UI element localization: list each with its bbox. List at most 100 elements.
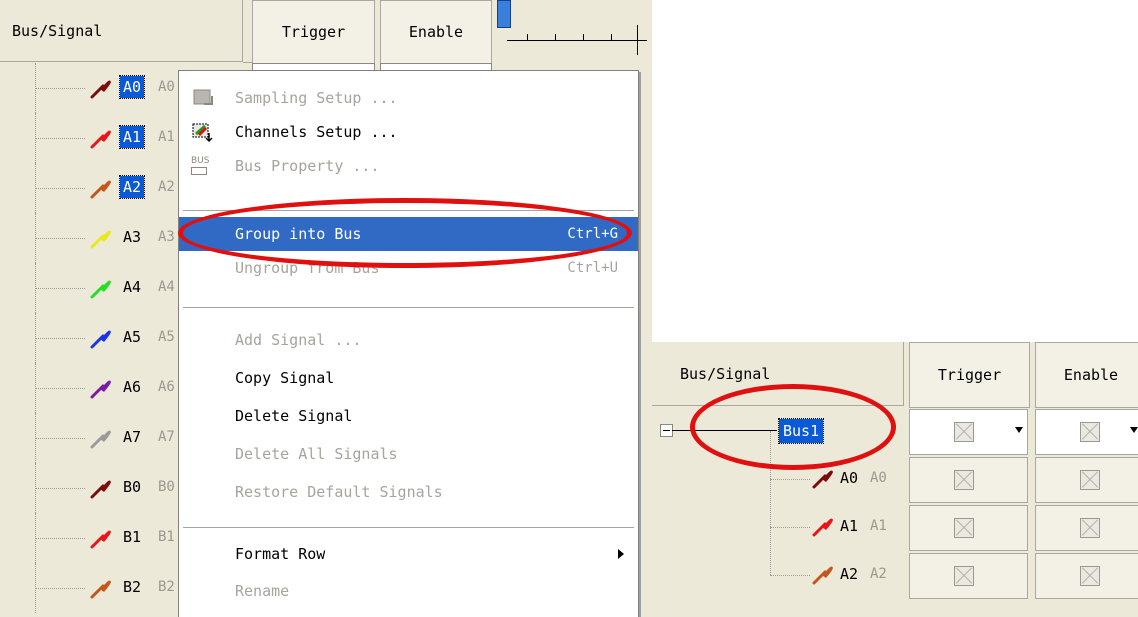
probe-icon <box>812 566 833 585</box>
dropdown-arrow-icon[interactable] <box>1130 427 1138 433</box>
menu-item-delete-signal[interactable]: Delete Signal <box>179 399 638 433</box>
menu-item-label: Channels Setup ... <box>235 123 398 141</box>
signal-alias: A2 <box>158 179 175 195</box>
signal-enable-cell[interactable] <box>1035 457 1138 503</box>
signal-alias: B0 <box>158 479 175 495</box>
signal-alias: A0 <box>158 79 175 95</box>
menu-item-channels-setup[interactable]: Channels Setup ... <box>179 115 638 149</box>
bus-signal-column-header[interactable]: Bus/Signal <box>652 342 904 406</box>
menu-item-rename[interactable]: Rename <box>179 574 638 608</box>
bus-signal-column-header[interactable]: Bus/Signal <box>0 0 243 62</box>
probe-icon <box>90 130 111 149</box>
signal-name[interactable]: A1 <box>840 515 858 537</box>
ruler-tick <box>611 34 612 41</box>
left-screenshot: Bus/Signal Trigger Enable A0 A0 A1 A1 A2 A2 A3… <box>0 0 652 617</box>
probe-icon <box>90 80 111 99</box>
signal-name[interactable]: B2 <box>120 576 144 598</box>
bus-trigger-cell[interactable] <box>909 409 1028 455</box>
bus-enable-cell[interactable] <box>1035 409 1138 455</box>
waveform-ruler <box>497 0 652 62</box>
enable-column-header[interactable]: Enable <box>380 0 492 64</box>
enable-column-header[interactable]: Enable <box>1035 342 1138 408</box>
tree-connector <box>770 479 810 480</box>
tree-connector <box>35 138 85 139</box>
probe-icon <box>90 230 111 249</box>
menu-item-delete-all-signals[interactable]: Delete All Signals <box>179 437 638 471</box>
signal-name[interactable]: A2 <box>840 563 858 585</box>
menu-item-bus-property[interactable]: BUS Bus Property ... <box>179 149 638 183</box>
dont-care-icon <box>1080 422 1100 442</box>
signal-alias: B1 <box>158 529 175 545</box>
signal-enable-cell[interactable] <box>1035 553 1138 599</box>
menu-separator <box>183 307 634 309</box>
signal-name[interactable]: A6 <box>120 376 144 398</box>
menu-separator <box>183 527 634 529</box>
signal-row[interactable]: A0 A0 <box>652 431 904 503</box>
signal-name[interactable]: A2 <box>118 175 146 199</box>
signal-name[interactable]: A7 <box>120 426 144 448</box>
signal-trigger-cell[interactable] <box>909 505 1028 551</box>
menu-item-label: Delete All Signals <box>235 445 398 463</box>
menu-item-sampling-setup[interactable]: Sampling Setup ... <box>179 81 638 115</box>
menu-item-label: Rename <box>235 582 290 600</box>
dropdown-arrow-icon[interactable] <box>1015 427 1023 433</box>
signal-name[interactable]: B1 <box>120 526 144 548</box>
tree-connector <box>35 588 85 589</box>
signal-trigger-cell[interactable] <box>909 553 1028 599</box>
signal-name[interactable]: A0 <box>840 467 858 489</box>
menu-item-copy-signal[interactable]: Copy Signal <box>179 361 638 395</box>
bus-icon: BUS <box>191 155 215 177</box>
submenu-arrow-icon <box>618 549 624 559</box>
signal-row[interactable]: A1 A1 <box>652 479 904 551</box>
signal-name[interactable]: A5 <box>120 326 144 348</box>
signal-name[interactable]: A3 <box>120 226 144 248</box>
signal-row[interactable]: A2 A2 <box>652 527 904 599</box>
menu-item-label: Delete Signal <box>235 407 353 425</box>
trigger-header-label: Trigger <box>937 366 1002 384</box>
signal-trigger-cell[interactable] <box>909 457 1028 503</box>
time-ruler-line <box>507 40 647 41</box>
tree-connector <box>672 430 777 431</box>
trigger-header-label: Trigger <box>281 23 346 41</box>
tree-connector <box>35 88 85 89</box>
menu-item-restore-default-signals[interactable]: Restore Default Signals <box>179 475 638 509</box>
menu-item-add-signal[interactable]: Add Signal ... <box>179 323 638 357</box>
context-menu: Sampling Setup ... Channels Setup ... BU… <box>178 70 639 617</box>
signal-alias: A6 <box>158 379 175 395</box>
menu-item-shortcut: Ctrl+U <box>567 260 618 276</box>
tree-connector <box>770 527 810 528</box>
signal-alias: A2 <box>870 566 887 582</box>
probe-icon <box>90 580 111 599</box>
menu-item-group-into-bus[interactable]: Group into Bus Ctrl+G <box>179 217 638 251</box>
signal-name[interactable]: B0 <box>120 476 144 498</box>
menu-item-format-row[interactable]: Format Row <box>179 537 638 571</box>
probe-icon <box>812 518 833 537</box>
signal-alias: A1 <box>870 518 887 534</box>
dont-care-icon <box>1080 566 1100 586</box>
time-cursor-marker[interactable] <box>497 0 511 28</box>
signal-enable-cell[interactable] <box>1035 505 1138 551</box>
tree-connector <box>35 488 85 489</box>
menu-item-shortcut: Ctrl+G <box>567 226 618 242</box>
menu-item-label: Ungroup from Bus <box>235 259 380 277</box>
probe-icon <box>90 280 111 299</box>
signal-list: Bus1 A0 A0 A1 A1 A2 A2 <box>652 407 904 617</box>
bus-name[interactable]: Bus1 <box>777 418 825 444</box>
signal-alias: A1 <box>158 129 175 145</box>
trigger-column-header[interactable]: Trigger <box>252 0 375 64</box>
ruler-tick <box>555 34 556 41</box>
sampling-icon <box>193 89 213 105</box>
signal-alias: A4 <box>158 279 175 295</box>
signal-name[interactable]: A0 <box>118 75 146 99</box>
probe-icon <box>90 180 111 199</box>
signal-name[interactable]: A4 <box>120 276 144 298</box>
signal-name[interactable]: A1 <box>118 125 146 149</box>
menu-item-label: Add Signal ... <box>235 331 362 349</box>
bus-icon-text: BUS <box>191 156 210 166</box>
tree-connector <box>35 388 85 389</box>
dont-care-icon <box>954 566 974 586</box>
trigger-column-header[interactable]: Trigger <box>909 342 1030 408</box>
bus-row[interactable]: Bus1 <box>652 407 904 455</box>
menu-item-ungroup-from-bus[interactable]: Ungroup from Bus Ctrl+U <box>179 251 638 285</box>
probe-icon <box>90 330 111 349</box>
